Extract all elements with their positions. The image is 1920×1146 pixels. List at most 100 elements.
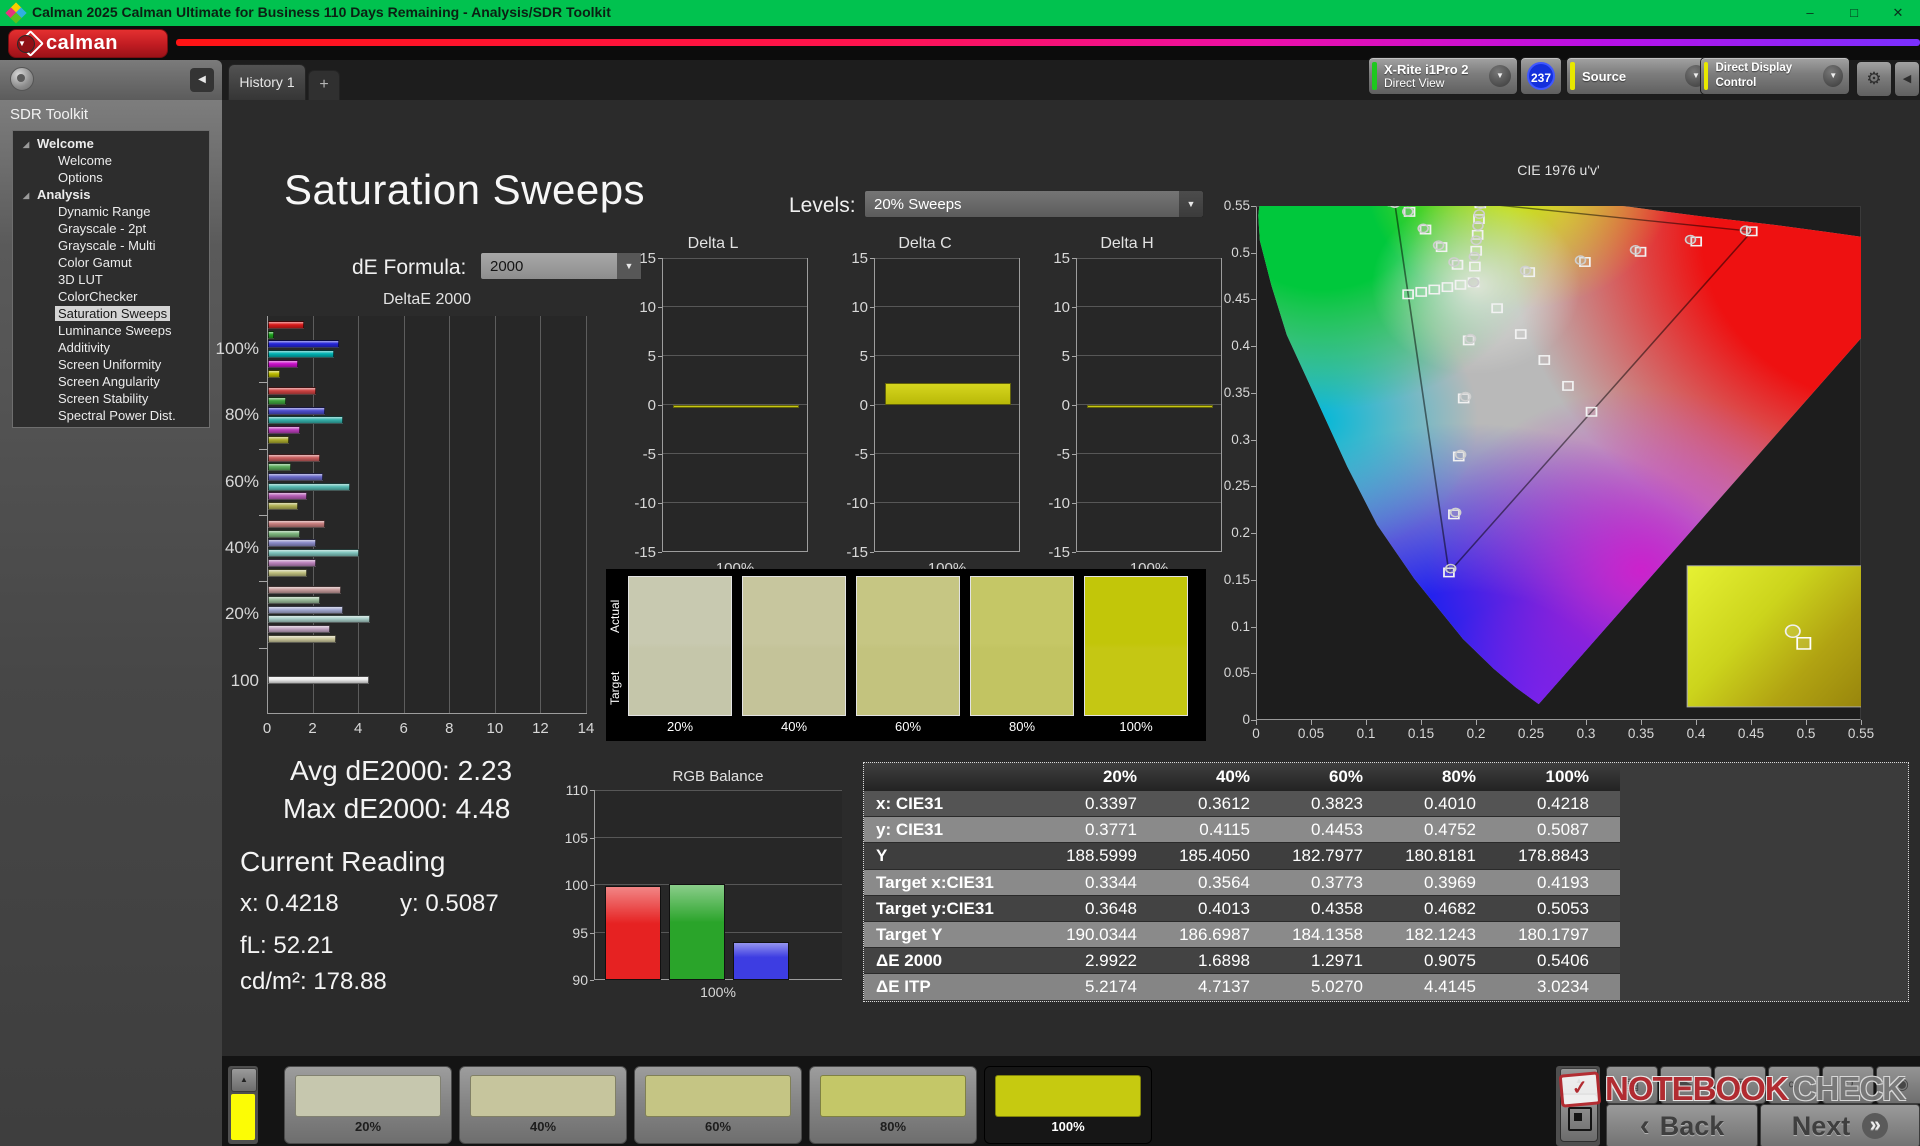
sweep-button-40%[interactable]: 40% xyxy=(459,1066,627,1144)
sidebar-item-color-gamut[interactable]: Color Gamut xyxy=(13,254,209,271)
display-control-label: Direct Display Control xyxy=(1715,62,1793,89)
sidebar-item-saturation-sweeps[interactable]: Saturation Sweeps xyxy=(13,305,209,322)
cie-target-square xyxy=(1514,329,1527,340)
sweep-data-table: 20% 40% 60% 80% 100% x: CIE31 0.3397 0.3612 0.38… xyxy=(863,762,1909,1002)
sidebar-item-colorchecker[interactable]: ColorChecker xyxy=(13,288,209,305)
sweep-button-20%[interactable]: 20% xyxy=(284,1066,452,1144)
back-button[interactable]: ‹ Back xyxy=(1606,1104,1758,1146)
x-tick xyxy=(1421,720,1422,725)
x-tick xyxy=(1861,720,1862,725)
meter-count-badge: 237 xyxy=(1527,62,1555,90)
table-cell: 0.4752 xyxy=(1424,820,1476,840)
sweep-button-60%[interactable]: 60% xyxy=(634,1066,802,1144)
maximize-button[interactable]: □ xyxy=(1832,0,1876,26)
sidebar-item-welcome[interactable]: Welcome xyxy=(13,152,209,169)
frame-icon-button[interactable]: ▣ xyxy=(1714,1066,1766,1104)
swatch-40% xyxy=(742,576,846,716)
de-bar xyxy=(268,473,323,482)
refresh-icon-button[interactable]: ↻ xyxy=(1822,1066,1874,1104)
next-button[interactable]: Next » xyxy=(1760,1104,1920,1146)
cie-target-square xyxy=(1491,303,1503,314)
gridline xyxy=(663,453,807,454)
close-button[interactable]: ✕ xyxy=(1876,0,1920,26)
group-label: 100% xyxy=(215,339,259,358)
de-bar xyxy=(268,350,335,359)
sidebar-header-panel: ◀ xyxy=(0,60,222,100)
y-tick-label: -15 xyxy=(1048,544,1070,561)
y-tick xyxy=(658,307,662,308)
y-tick xyxy=(1251,252,1256,254)
cie-zoom-inset xyxy=(1686,565,1861,708)
current-pattern-swatch[interactable] xyxy=(231,1094,255,1140)
collapse-up-button[interactable]: ▲ xyxy=(1560,1068,1598,1094)
de-bar xyxy=(268,558,316,567)
levels-dropdown[interactable]: 20% Sweeps ▼ xyxy=(864,190,1204,218)
panel-collapse-button[interactable]: ◀ xyxy=(1894,61,1920,97)
gridline xyxy=(875,258,1019,259)
chevron-down-icon: ▼ xyxy=(1823,65,1844,87)
title-bar: Calman 2025 Calman Ultimate for Business… xyxy=(0,0,1920,26)
stop-measure-button[interactable] xyxy=(1560,1094,1598,1142)
table-cell: 5.0270 xyxy=(1311,977,1363,997)
settings-gear-button[interactable]: ⚙ xyxy=(1856,61,1892,97)
levels-label: Levels: xyxy=(789,194,856,217)
cie-x-tick-label: 0.4 xyxy=(1686,726,1706,741)
y-tick xyxy=(1072,356,1076,357)
swatch-60% xyxy=(856,576,960,716)
table-row: Target x:CIE31 0.3344 0.3564 0.3773 0.3969 0.… xyxy=(864,869,1620,896)
gridline xyxy=(494,316,496,713)
y-tick-label: 105 xyxy=(564,829,588,846)
collapse-up-button[interactable]: ▲ xyxy=(231,1068,257,1092)
sidebar-item-options[interactable]: Options xyxy=(13,169,209,186)
loop-icon-button[interactable]: ∞ xyxy=(1768,1066,1820,1104)
source-status-stripe xyxy=(1570,62,1575,90)
table-cell: 0.3771 xyxy=(1085,820,1137,840)
de-bar xyxy=(268,482,351,491)
table-row: x: CIE31 0.3397 0.3612 0.3823 0.4010 0.4218 xyxy=(864,791,1620,818)
tree-group-welcome[interactable]: ◢ Welcome xyxy=(13,135,209,152)
table-cell: 0.9075 xyxy=(1424,951,1476,971)
sidebar-item-screen-uniformity[interactable]: Screen Uniformity xyxy=(13,356,209,373)
sidebar-item-grayscale-multi[interactable]: Grayscale - Multi xyxy=(13,237,209,254)
cie-target-square xyxy=(1441,282,1454,293)
table-cell: 0.3344 xyxy=(1085,872,1137,892)
cie-target-square xyxy=(1469,261,1481,272)
display-control-dropdown[interactable]: Direct Display Control ▼ xyxy=(1700,57,1850,95)
cie-x-tick-label: 0.05 xyxy=(1297,726,1325,741)
sidebar-item-additivity[interactable]: Additivity xyxy=(13,339,209,356)
y-tick xyxy=(870,356,874,357)
minimize-button[interactable]: – xyxy=(1788,0,1832,26)
table-cell: 0.4358 xyxy=(1311,898,1363,918)
tab-row: ◀ History 1 + X-Rite i1Pro 2 Direct View… xyxy=(0,57,1920,101)
sidebar-item-luminance-sweeps[interactable]: Luminance Sweeps xyxy=(13,322,209,339)
sidebar-collapse-button[interactable]: ◀ xyxy=(190,68,214,92)
sidebar-item-screen-angularity[interactable]: Screen Angularity xyxy=(13,373,209,390)
sidebar-item-dynamic-range[interactable]: Dynamic Range xyxy=(13,203,209,220)
cie-x-tick-label: 0.25 xyxy=(1517,726,1545,741)
y-tick xyxy=(658,503,662,504)
tab-history-1[interactable]: History 1 xyxy=(228,64,306,101)
add-tab-button[interactable]: + xyxy=(308,70,340,101)
tree-group-analysis[interactable]: ◢ Analysis xyxy=(13,186,209,203)
swatch-label: 20% xyxy=(666,719,694,734)
sweep-button-100%[interactable]: 100% xyxy=(984,1066,1152,1144)
sidebar-item-screen-stability[interactable]: Screen Stability xyxy=(13,390,209,407)
sidebar-item-grayscale-2pt[interactable]: Grayscale - 2pt xyxy=(13,220,209,237)
cie-x-tick-label: 0.5 xyxy=(1796,726,1816,741)
meter-count-badge-box: 237 xyxy=(1520,57,1562,95)
record-icon-button[interactable]: ◉ xyxy=(1876,1066,1920,1104)
table-row-label: Y xyxy=(876,846,888,866)
camera-icon-button[interactable]: ▤ xyxy=(1606,1066,1658,1104)
sidebar-item-spectral-power-dist-[interactable]: Spectral Power Dist. xyxy=(13,407,209,424)
reading-y: y: 0.5087 xyxy=(400,890,499,917)
sidebar-item-3d-lut[interactable]: 3D LUT xyxy=(13,271,209,288)
workflow-radio-button[interactable] xyxy=(10,67,34,91)
cie-measured-circle xyxy=(1454,449,1467,460)
calman-menu-button[interactable]: calman ▼ xyxy=(8,29,168,58)
x-tick-label: 14 xyxy=(577,720,595,737)
play-icon-button[interactable]: ▶ xyxy=(1660,1066,1712,1104)
meter-dropdown[interactable]: X-Rite i1Pro 2 Direct View ▼ xyxy=(1368,57,1518,95)
y-tick xyxy=(1251,486,1256,488)
source-dropdown[interactable]: Source ▼ xyxy=(1566,57,1714,95)
sweep-button-80%[interactable]: 80% xyxy=(809,1066,977,1144)
